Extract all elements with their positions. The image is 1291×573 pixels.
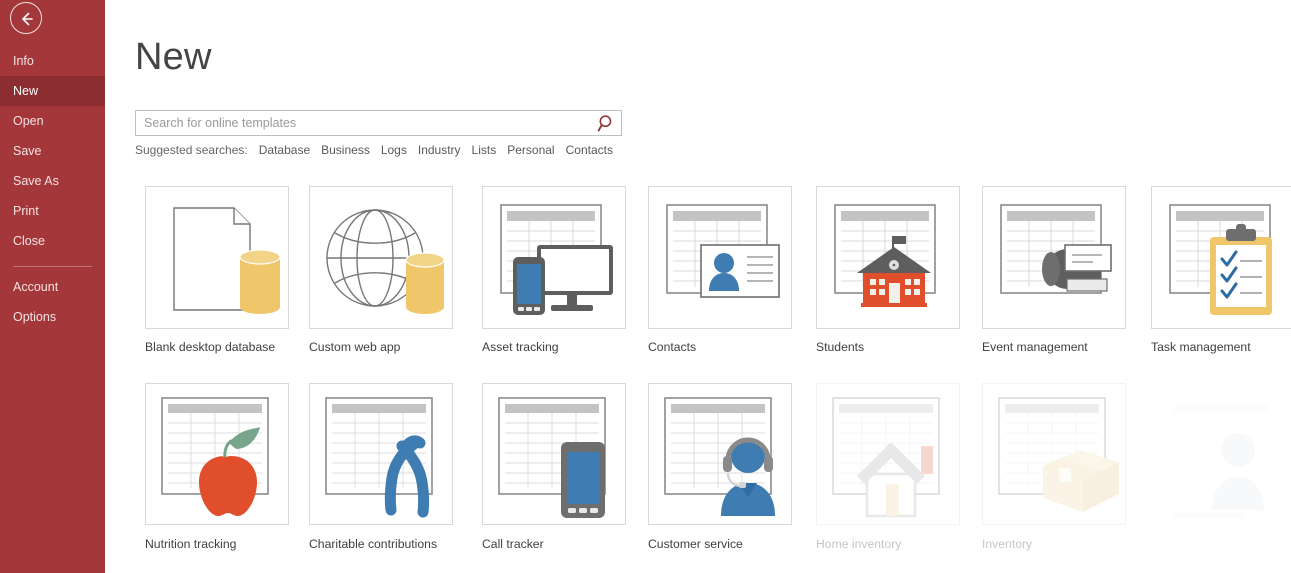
template-thumbnail <box>648 383 792 525</box>
clipboard-checklist-icon <box>1152 187 1291 328</box>
template-label: Students <box>816 340 865 354</box>
template-label: Call tracker <box>482 537 544 551</box>
sidebar-item-save[interactable]: Save <box>0 136 105 166</box>
suggested-link-personal[interactable]: Personal <box>507 143 554 157</box>
ribbon-icon <box>310 384 452 524</box>
template-label: Home inventory <box>816 537 902 551</box>
search-input[interactable] <box>136 111 591 135</box>
suggested-link-database[interactable]: Database <box>259 143 310 157</box>
template-thumbnail <box>309 383 453 525</box>
template-label: Event management <box>982 340 1088 354</box>
template-thumbnail <box>648 186 792 329</box>
blank-document-database-icon <box>146 187 288 328</box>
sidebar-item-label: Options <box>13 310 57 324</box>
template-label: Charitable contributions <box>309 537 438 551</box>
suggested-searches-label: Suggested searches: <box>135 143 248 157</box>
sidebar-item-label: New <box>13 84 39 98</box>
globe-database-icon <box>310 187 452 328</box>
sidebar-item-new[interactable]: New <box>0 76 105 106</box>
contact-card-icon <box>649 187 791 328</box>
template-thumbnail <box>982 186 1126 329</box>
fax-machine-icon <box>983 187 1125 328</box>
search-button[interactable] <box>591 111 621 135</box>
template-label: Contacts <box>648 340 697 354</box>
template-thumbnail <box>1151 186 1291 329</box>
sidebar-item-label: Account <box>13 280 59 294</box>
template-thumbnail <box>982 383 1126 525</box>
suggested-link-contacts[interactable]: Contacts <box>566 143 613 157</box>
loading-tile-icon <box>1152 384 1291 525</box>
template-thumbnail <box>145 383 289 525</box>
monitor-phone-icon <box>483 187 625 328</box>
template-label: Blank desktop database <box>145 340 276 354</box>
template-label: Customer service <box>648 537 743 551</box>
sidebar-item-label: Save As <box>13 174 59 188</box>
sidebar-item-options[interactable]: Options <box>0 302 105 332</box>
house-icon <box>817 384 959 524</box>
sidebar-item-open[interactable]: Open <box>0 106 105 136</box>
template-thumbnail <box>1151 383 1291 525</box>
template-thumbnail <box>816 383 960 525</box>
suggested-link-business[interactable]: Business <box>321 143 370 157</box>
sidebar-item-label: Save <box>13 144 42 158</box>
template-thumbnail <box>482 383 626 525</box>
template-thumbnail <box>816 186 960 329</box>
cardboard-box-icon <box>983 384 1125 524</box>
suggested-link-industry[interactable]: Industry <box>418 143 461 157</box>
search-box <box>135 110 622 136</box>
sidebar-item-save-as[interactable]: Save As <box>0 166 105 196</box>
sidebar-item-info[interactable]: Info <box>0 46 105 76</box>
suggested-link-lists[interactable]: Lists <box>472 143 497 157</box>
template-thumbnail <box>482 186 626 329</box>
backstage-main: New Suggested searches: Database Business L… <box>105 0 1291 573</box>
template-label: Asset tracking <box>482 340 559 354</box>
sidebar-item-print[interactable]: Print <box>0 196 105 226</box>
sidebar-item-account[interactable]: Account <box>0 272 105 302</box>
template-label: Task management <box>1151 340 1251 354</box>
sidebar-divider <box>13 266 92 267</box>
sidebar-item-label: Open <box>13 114 44 128</box>
school-building-icon <box>817 187 959 328</box>
sidebar-item-close[interactable]: Close <box>0 226 105 256</box>
suggested-link-logs[interactable]: Logs <box>381 143 407 157</box>
sidebar-item-label: Close <box>13 234 45 248</box>
template-label: Inventory <box>982 537 1033 551</box>
template-thumbnail <box>145 186 289 329</box>
back-button[interactable] <box>10 2 42 34</box>
smartphone-icon <box>483 384 625 524</box>
headset-agent-icon <box>649 384 791 524</box>
sidebar-item-label: Info <box>13 54 34 68</box>
apple-icon <box>146 384 288 524</box>
sidebar-item-label: Print <box>13 204 39 218</box>
template-label: Custom web app <box>309 340 401 354</box>
page-title: New <box>135 36 212 78</box>
template-label: Nutrition tracking <box>145 537 237 551</box>
backstage-sidebar: Info New Open Save Save As Print Close A… <box>0 0 105 573</box>
suggested-searches: Suggested searches: Database Business Logs I… <box>135 143 613 157</box>
template-thumbnail <box>309 186 453 329</box>
